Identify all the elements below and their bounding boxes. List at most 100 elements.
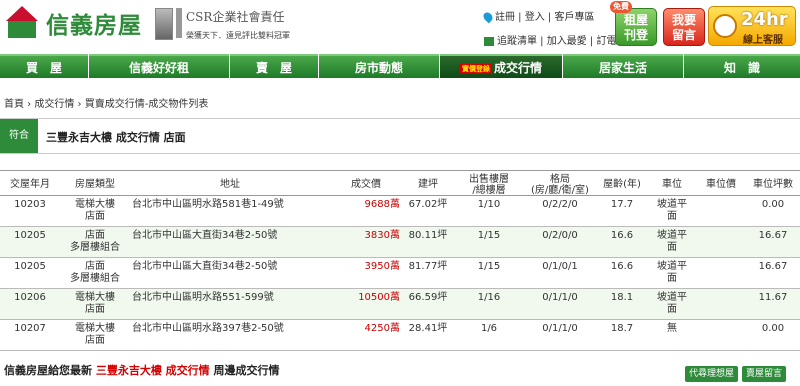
- col-age[interactable]: 屋齡(年): [596, 176, 648, 190]
- cell-addr[interactable]: 台北市中山區明水路551-599號: [130, 289, 330, 319]
- cell-addr[interactable]: 台北市中山區明水路581巷1-49號: [130, 196, 330, 226]
- nav-deals[interactable]: 實價登錄 成交行情: [440, 54, 562, 78]
- parking-line1: 坡道平: [657, 261, 687, 272]
- section-title: 三豐永吉大樓 成交行情 店面: [46, 131, 186, 144]
- col-price[interactable]: 成交價: [330, 176, 402, 190]
- cell-type: 店面 多層樓組合: [60, 258, 130, 288]
- service-label: 線上客服: [743, 35, 783, 46]
- type-line1: 店面: [85, 230, 105, 241]
- cell-parking: 坡道平面: [648, 289, 696, 319]
- house-logo-icon: [4, 6, 40, 40]
- footer-text: 信義房屋給您最新 三豐永吉大樓 成交行情 周邊成交行情: [4, 362, 280, 378]
- footer-suffix: 周邊成交行情: [209, 364, 280, 377]
- table-row[interactable]: 10205 店面 多層樓組合 台北市中山區大直街34巷2-50號 3830萬 80.11坪…: [0, 227, 800, 258]
- cell-age: 18.7: [610, 323, 634, 334]
- nav-living[interactable]: 居家生活: [563, 54, 683, 78]
- cell-area: 81.77坪: [408, 261, 448, 272]
- col-date[interactable]: 交屋年月: [0, 176, 60, 190]
- price-unit: 萬: [390, 199, 400, 210]
- cell-parking-price: [696, 258, 746, 288]
- nav-buy[interactable]: 買 屋: [0, 54, 88, 78]
- cell-price: 10500萬: [330, 289, 402, 319]
- parking-line2: 面: [667, 304, 677, 315]
- csr-badge-icon: [176, 8, 182, 38]
- parking-line2: 面: [667, 273, 677, 284]
- table-header: 交屋年月 房屋類型 地址 成交價 建坪 出售樓層 /總樓層 格局 (房/廳/衛/…: [0, 170, 800, 196]
- favorites-link[interactable]: 加入最愛: [547, 36, 587, 47]
- cell-floor: 1/15: [477, 261, 501, 272]
- login-link[interactable]: 登入: [525, 12, 545, 23]
- cell-parking-price: [696, 320, 746, 350]
- col-area[interactable]: 建坪: [402, 176, 454, 190]
- cell-layout: 0/1/1/0: [542, 323, 578, 334]
- deals-table: 交屋年月 房屋類型 地址 成交價 建坪 出售樓層 /總樓層 格局 (房/廳/衛/…: [0, 170, 800, 351]
- nav-market[interactable]: 房市動態: [319, 54, 439, 78]
- match-tag: 符合: [0, 119, 38, 153]
- leave-message-button[interactable]: 我要 留言: [663, 8, 705, 46]
- cell-parking-area: 16.67: [758, 230, 788, 241]
- watchlist-link[interactable]: 追蹤清單: [497, 36, 537, 47]
- col-addr[interactable]: 地址: [130, 176, 330, 190]
- col-parking-area[interactable]: 車位坪數: [746, 176, 800, 190]
- col-type[interactable]: 房屋類型: [60, 176, 130, 190]
- cell-parking: 無: [648, 320, 696, 350]
- cell-parking: 坡道平面: [648, 227, 696, 257]
- col-floor[interactable]: 出售樓層 /總樓層: [454, 171, 524, 196]
- breadcrumb[interactable]: 首頁 › 成交行情 › 買賣成交行情-成交物件列表: [4, 95, 208, 110]
- price-unit: 萬: [390, 292, 400, 303]
- table-row[interactable]: 10207 電梯大樓 店面 台北市中山區明水路397巷2-50號 4250萬 28.41坪…: [0, 320, 800, 351]
- price-value: 3830: [364, 230, 390, 241]
- parking-line2: 面: [667, 211, 677, 222]
- nav-deals-tag: 實價登錄: [459, 63, 492, 74]
- cell-layout: 0/1/0/1: [542, 261, 578, 272]
- table-row[interactable]: 10206 電梯大樓 店面 台北市中山區明水路551-599號 10500萬 66.59坪…: [0, 289, 800, 320]
- sell-message-button[interactable]: 賣屋留言: [742, 366, 787, 382]
- col-parking[interactable]: 車位: [648, 176, 696, 190]
- cell-layout: 0/2/2/0: [542, 199, 578, 210]
- cell-addr[interactable]: 台北市中山區明水路397巷2-50號: [130, 320, 330, 350]
- table-row[interactable]: 10203 電梯大樓 店面 台北市中山區明水路581巷1-49號 9688萬 67.02坪…: [0, 196, 800, 227]
- nav-knowledge[interactable]: 知 識: [684, 54, 800, 78]
- nav-rent[interactable]: 信義好好租: [89, 54, 229, 78]
- price-unit: 萬: [390, 230, 400, 241]
- type-line1: 電梯大樓: [75, 292, 115, 303]
- cell-type: 店面 多層樓組合: [60, 227, 130, 257]
- cell-addr[interactable]: 台北市中山區大直街34巷2-50號: [130, 258, 330, 288]
- brand-logo[interactable]: 信義房屋: [4, 6, 142, 40]
- nav-sell[interactable]: 賣 屋: [230, 54, 318, 78]
- main-nav: 買 屋 信義好好租 賣 屋 房市動態 實價登錄 成交行情 居家生活 知 識: [0, 54, 800, 78]
- find-home-button[interactable]: 代尋理想屋: [685, 366, 739, 382]
- online-service-button[interactable]: 24hr 線上客服: [708, 6, 796, 46]
- cell-parking: 坡道平面: [648, 196, 696, 226]
- customer-area-link[interactable]: 客戶專區: [554, 12, 594, 23]
- table-row[interactable]: 10205 店面 多層樓組合 台北市中山區大直街34巷2-50號 3950萬 81.77坪…: [0, 258, 800, 289]
- cell-parking-price: [696, 289, 746, 319]
- cell-floor: 1/16: [477, 292, 501, 303]
- cell-floor: 1/10: [477, 199, 501, 210]
- cell-date: 10207: [14, 323, 46, 334]
- cell-area: 67.02坪: [408, 199, 448, 210]
- cell-date: 10206: [14, 292, 46, 303]
- section-header: 符合 三豐永吉大樓 成交行情 店面: [0, 118, 800, 154]
- service-face-icon: [713, 14, 737, 38]
- type-line2: 多層樓組合: [70, 242, 120, 253]
- cell-age: 17.7: [610, 199, 634, 210]
- register-link[interactable]: 註冊: [495, 12, 515, 23]
- cell-parking-area: 16.67: [758, 261, 788, 272]
- rent-post-button[interactable]: 免費 租屋 刊登: [610, 1, 657, 46]
- parking-line1: 坡道平: [657, 292, 687, 303]
- pin-icon: [481, 10, 495, 24]
- type-line1: 店面: [85, 261, 105, 272]
- type-line2: 店面: [85, 211, 105, 222]
- csr-banner[interactable]: CSR企業社會責任 榮獲天下．遠見評比雙料冠軍: [155, 8, 290, 41]
- rent-post-line1: 租屋: [623, 13, 648, 27]
- cell-layout: 0/2/0/0: [542, 230, 578, 241]
- col-layout[interactable]: 格局 (房/廳/衛/室): [524, 171, 596, 196]
- cell-addr[interactable]: 台北市中山區大直街34巷2-50號: [130, 227, 330, 257]
- col-parking-price[interactable]: 車位價: [696, 176, 746, 190]
- csr-photo: [155, 8, 173, 40]
- cell-area: 28.41坪: [408, 323, 448, 334]
- price-value: 10500: [358, 292, 390, 303]
- footer-highlight[interactable]: 三豐永吉大樓 成交行情: [96, 364, 210, 377]
- rent-post-line2: 刊登: [623, 28, 648, 42]
